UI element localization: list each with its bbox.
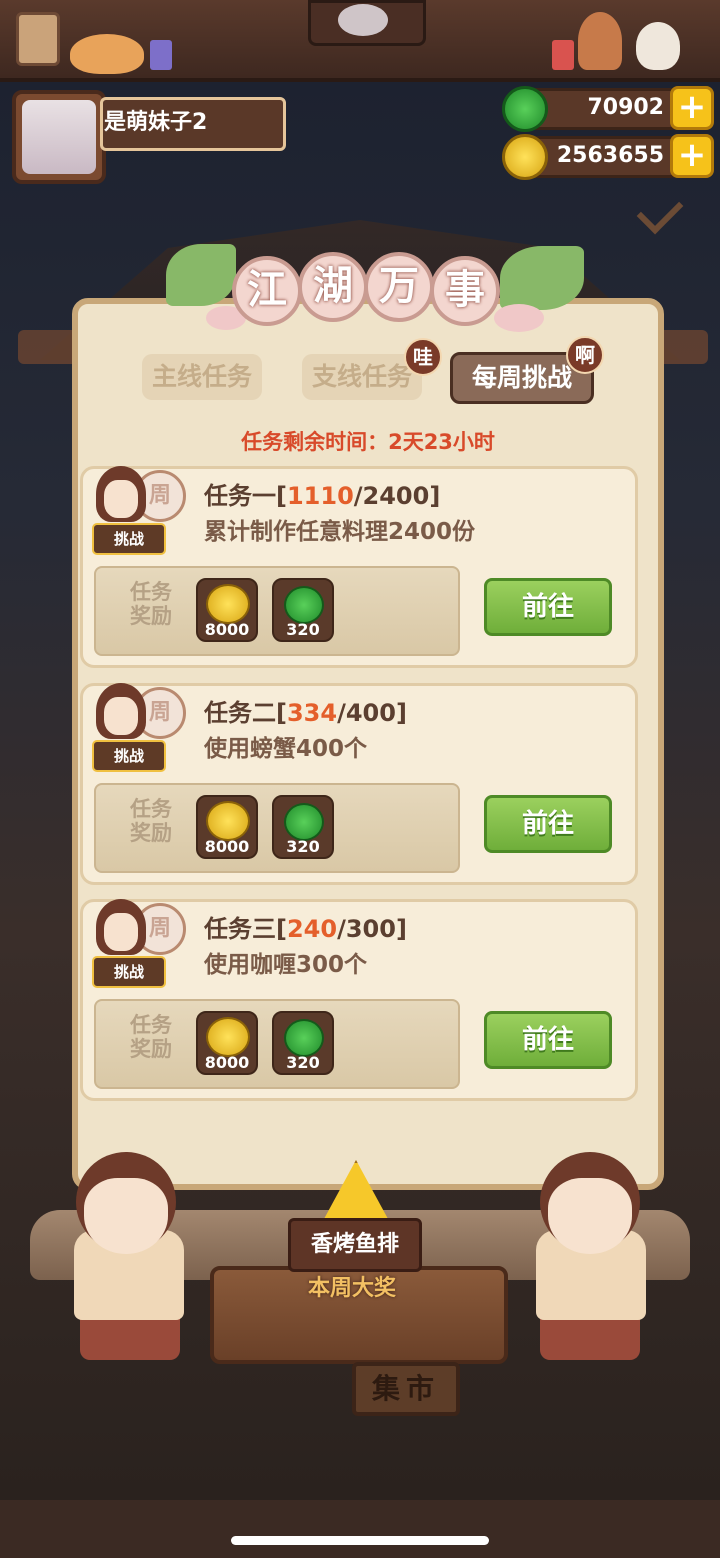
task-description: 累计制作任意料理2400份: [204, 519, 476, 545]
jade-reward: 320: [272, 795, 334, 859]
reward-label: 任务 奖励: [130, 580, 172, 628]
reward-value: 320: [286, 837, 320, 856]
title-char: 湖: [298, 252, 368, 322]
task-progress-total: 2400: [362, 482, 430, 510]
task-timer: 任务剩余时间：2天23小时: [241, 430, 495, 454]
fishcake-icon: [494, 304, 544, 332]
add-coin-button[interactable]: +: [670, 134, 714, 178]
jade-icon: [284, 1019, 324, 1057]
white-cat-icon: [636, 22, 680, 70]
bottom-bar: [0, 1500, 720, 1558]
task-progress-total: 400: [345, 699, 396, 727]
coin-icon: [206, 584, 250, 624]
challenge-girl-face: [104, 913, 138, 951]
reward-value: 8000: [204, 620, 250, 639]
go-button[interactable]: 前往: [484, 1011, 612, 1069]
task-description: 使用螃蟹400个: [204, 736, 368, 762]
jade-icon: [284, 586, 324, 624]
jade-reward: 320: [272, 578, 334, 642]
leaf-right-icon: [500, 246, 584, 310]
coin-reward: 8000: [196, 1011, 258, 1075]
jade-value: 70902: [587, 95, 664, 120]
challenge-girl-face: [104, 480, 138, 518]
reward-label: 任务 奖励: [130, 1013, 172, 1061]
coin-icon: [502, 134, 548, 180]
title-char: 江: [232, 256, 302, 326]
go-button[interactable]: 前往: [484, 578, 612, 636]
paw-frame-icon: [16, 12, 60, 66]
challenge-badge: 挑战: [92, 740, 166, 772]
task-title: 任务三[240/300]: [204, 915, 407, 943]
add-jade-button[interactable]: +: [670, 86, 714, 130]
title-char: 事: [430, 256, 500, 326]
task-progress-total: 300: [345, 915, 396, 943]
player-avatar[interactable]: [12, 90, 106, 184]
jade-reward: 320: [272, 1011, 334, 1075]
reward-label: 任务 奖励: [130, 797, 172, 845]
task-title: 任务二[334/400]: [204, 699, 407, 727]
task-progress-current: 334: [286, 699, 338, 727]
chef-npc-icon: [578, 12, 622, 70]
reward-value: 320: [286, 1053, 320, 1072]
task-progress-current: 1110: [286, 482, 354, 510]
jade-icon: [284, 803, 324, 841]
player-name: 是萌妹子2: [104, 110, 208, 135]
npc-left-face: [84, 1178, 168, 1254]
title-char: 万: [364, 252, 434, 322]
coin-value: 2563655: [556, 143, 664, 168]
challenge-badge: 挑战: [92, 956, 166, 988]
leaf-left-icon: [166, 244, 236, 306]
challenge-girl-face: [104, 697, 138, 735]
task-description: 使用咖喱300个: [204, 952, 368, 978]
reward-value: 8000: [204, 837, 250, 856]
coin-reward: 8000: [196, 578, 258, 642]
lantern-icon: [150, 40, 172, 70]
home-indicator[interactable]: [231, 1536, 489, 1545]
raccoon-icon: [338, 4, 388, 36]
market-sign: 集市: [352, 1362, 460, 1416]
tab-badge: 啊: [566, 336, 604, 374]
prize-name: 香烤鱼排: [288, 1218, 422, 1272]
sleeping-cat-icon: [70, 34, 144, 74]
avatar-portrait: [22, 100, 96, 174]
coin-icon: [206, 1017, 250, 1057]
task-progress-current: 240: [286, 915, 338, 943]
challenge-badge: 挑战: [92, 523, 166, 555]
coin-reward: 8000: [196, 795, 258, 859]
reward-value: 320: [286, 620, 320, 639]
tab-badge: 哇: [404, 338, 442, 376]
tab-main-quests[interactable]: 主线任务: [142, 354, 262, 400]
coin-icon: [206, 801, 250, 841]
red-lantern-icon: [552, 40, 574, 70]
jade-icon: [502, 86, 548, 132]
task-title: 任务一[1110/2400]: [204, 482, 441, 510]
go-button[interactable]: 前往: [484, 795, 612, 853]
prize-label: 本周大奖: [307, 1276, 396, 1301]
reward-value: 8000: [204, 1053, 250, 1072]
npc-right-face: [548, 1178, 632, 1254]
